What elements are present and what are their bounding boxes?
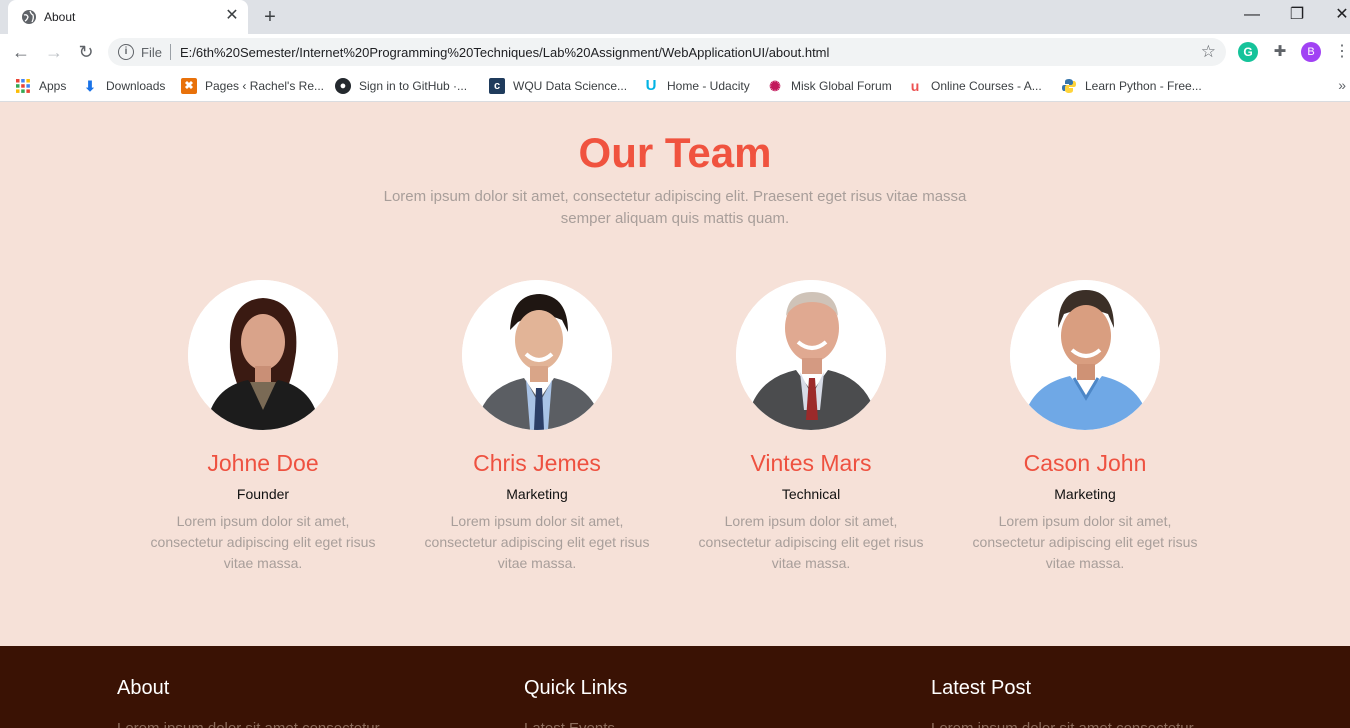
bookmark-downloads[interactable]: ⬇ Downloads bbox=[82, 77, 165, 95]
member-bio: Lorem ipsum dolor sit amet, consectetur … bbox=[698, 513, 924, 571]
member-name: Vintes Mars bbox=[750, 450, 872, 476]
footer-latest-post-text: Lorem ipsum dolor sit amet consectetur bbox=[931, 720, 1194, 728]
member-role: Marketing bbox=[1054, 486, 1116, 502]
forward-button[interactable]: → bbox=[42, 40, 66, 64]
bookmark-github[interactable]: ● Sign in to GitHub ·... bbox=[335, 77, 467, 95]
member-photo-portrait bbox=[188, 280, 338, 430]
bookmark-label: Learn Python - Free... bbox=[1085, 79, 1202, 93]
globe-icon bbox=[22, 10, 36, 24]
footer-link-latest-events[interactable]: Latest Events bbox=[524, 720, 615, 728]
reload-button[interactable]: ↻ bbox=[74, 40, 98, 64]
member-photo bbox=[188, 280, 338, 430]
browser-tab-about[interactable]: About ✕ bbox=[8, 0, 248, 34]
browser-toolbar: ← → ↻ i File E:/6th%20Semester/Internet%… bbox=[0, 34, 1350, 70]
member-photo bbox=[1010, 280, 1160, 430]
python-icon bbox=[1062, 79, 1076, 93]
profile-avatar[interactable]: B bbox=[1301, 42, 1321, 62]
new-tab-button[interactable]: + bbox=[259, 6, 281, 28]
footer-quick-links-heading: Quick Links bbox=[524, 677, 628, 699]
team-member-card: Johne Doe Founder Lorem ipsum dolor sit … bbox=[133, 280, 393, 574]
bookmarks-overflow-icon[interactable]: » bbox=[1338, 77, 1346, 93]
tab-title: About bbox=[44, 10, 76, 24]
tab-strip: About ✕ + — ❐ ✕ bbox=[0, 0, 1350, 34]
footer-about-text: Lorem ipsum dolor sit amet consectetur bbox=[117, 720, 380, 728]
member-photo-portrait bbox=[462, 280, 612, 430]
member-bio: Lorem ipsum dolor sit amet, consectetur … bbox=[424, 513, 650, 571]
udacity-icon: U bbox=[645, 77, 657, 94]
bookmark-label: WQU Data Science... bbox=[513, 79, 628, 93]
bookmark-star-icon[interactable]: ☆ bbox=[1201, 42, 1216, 62]
misk-icon: ✺ bbox=[769, 78, 781, 94]
member-photo-portrait bbox=[1010, 280, 1160, 430]
site-footer: About Lorem ipsum dolor sit amet consect… bbox=[0, 646, 1350, 728]
apps-grid-icon bbox=[16, 79, 30, 93]
team-member-card: Vintes Mars Technical Lorem ipsum dolor … bbox=[681, 280, 941, 574]
bookmark-label: Pages ‹ Rachel's Re... bbox=[205, 79, 325, 93]
page-title: Our Team bbox=[578, 129, 772, 176]
footer-latest-post-heading: Latest Post bbox=[931, 677, 1032, 699]
github-icon: ● bbox=[335, 78, 351, 94]
bookmark-label: Sign in to GitHub ·... bbox=[359, 79, 468, 93]
url-text[interactable]: E:/6th%20Semester/Internet%20Programming… bbox=[180, 45, 829, 60]
bookmark-wqu[interactable]: c WQU Data Science... bbox=[489, 77, 627, 95]
member-name: Cason John bbox=[1023, 450, 1147, 476]
bookmark-python[interactable]: Learn Python - Free... bbox=[1061, 77, 1202, 95]
browser-menu-icon[interactable]: ⋮ bbox=[1334, 42, 1350, 62]
bookmark-label: Downloads bbox=[106, 79, 166, 93]
member-name: Chris Jemes bbox=[473, 450, 601, 476]
extensions-puzzle-icon[interactable]: ✚ bbox=[1270, 42, 1290, 62]
bookmark-misk[interactable]: ✺ Misk Global Forum bbox=[767, 77, 892, 95]
address-bar[interactable]: i File E:/6th%20Semester/Internet%20Prog… bbox=[108, 38, 1226, 66]
address-separator bbox=[170, 44, 171, 60]
grammarly-extension-icon[interactable]: G bbox=[1238, 42, 1258, 62]
team-intro-text: Lorem ipsum dolor sit amet, consectetur … bbox=[383, 188, 967, 227]
member-photo bbox=[736, 280, 886, 430]
member-bio: Lorem ipsum dolor sit amet, consectetur … bbox=[150, 513, 376, 571]
bookmark-udacity[interactable]: U Home - Udacity bbox=[643, 77, 750, 95]
member-name: Johne Doe bbox=[207, 450, 319, 476]
member-photo-portrait bbox=[736, 280, 886, 430]
member-role: Founder bbox=[236, 486, 290, 502]
member-photo bbox=[462, 280, 612, 430]
info-icon[interactable]: i bbox=[118, 44, 134, 60]
wqu-icon: c bbox=[489, 78, 505, 94]
bookmarks-bar: Apps ⬇ Downloads ✖ Pages ‹ Rachel's Re..… bbox=[0, 70, 1350, 102]
team-section: Our Team Lorem ipsum dolor sit amet, con… bbox=[0, 103, 1350, 646]
bookmark-label: Home - Udacity bbox=[667, 79, 750, 93]
restore-button[interactable]: ❐ bbox=[1283, 4, 1311, 26]
bookmark-apps[interactable]: Apps bbox=[15, 77, 66, 95]
member-role: Technical bbox=[781, 486, 841, 502]
team-member-card: Cason John Marketing Lorem ipsum dolor s… bbox=[955, 280, 1215, 574]
tab-close-icon[interactable]: ✕ bbox=[223, 7, 241, 25]
window-close-button[interactable]: ✕ bbox=[1328, 4, 1350, 26]
footer-about-heading: About bbox=[117, 677, 170, 699]
member-role: Marketing bbox=[506, 486, 568, 502]
bookmark-label: Online Courses - A... bbox=[931, 79, 1042, 93]
bookmark-label: Misk Global Forum bbox=[791, 79, 892, 93]
member-bio: Lorem ipsum dolor sit amet, consectetur … bbox=[972, 513, 1198, 571]
pages-icon: ✖ bbox=[181, 78, 197, 94]
back-button[interactable]: ← bbox=[9, 40, 33, 64]
team-member-card: Chris Jemes Marketing Lorem ipsum dolor … bbox=[407, 280, 667, 574]
bookmark-udemy[interactable]: u Online Courses - A... bbox=[907, 77, 1042, 95]
udemy-icon: u bbox=[910, 78, 920, 94]
minimize-button[interactable]: — bbox=[1238, 4, 1266, 26]
scheme-label: File bbox=[141, 45, 162, 60]
download-arrow-icon: ⬇ bbox=[84, 78, 96, 94]
bookmark-label: Apps bbox=[39, 79, 67, 93]
bookmark-pages[interactable]: ✖ Pages ‹ Rachel's Re... bbox=[181, 77, 324, 95]
